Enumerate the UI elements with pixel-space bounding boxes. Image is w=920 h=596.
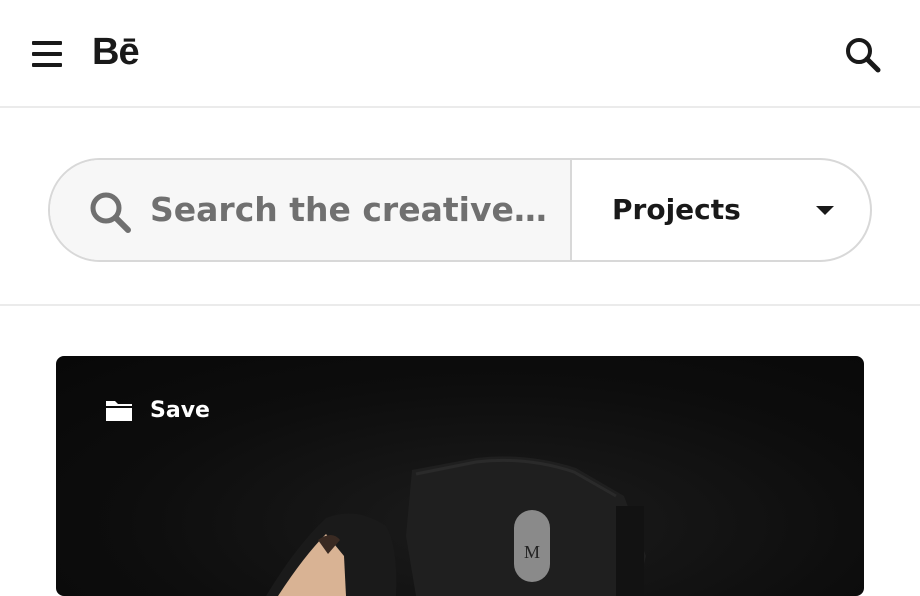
category-selected-label: Projects <box>612 193 741 226</box>
search-section: Search the creative ... Projects <box>0 110 920 306</box>
product-label-letter: M <box>524 542 540 562</box>
hamburger-menu-icon[interactable] <box>32 41 62 67</box>
folder-icon <box>106 401 132 421</box>
caret-down-icon <box>816 206 834 215</box>
behance-logo[interactable]: Bē <box>92 30 140 74</box>
search-icon[interactable] <box>844 36 882 74</box>
search-input[interactable]: Search the creative ... <box>150 182 550 238</box>
save-label: Save <box>150 397 210 423</box>
search-field-icon <box>88 190 132 234</box>
search-bar: Search the creative ... Projects <box>48 158 872 262</box>
top-navigation-bar: Bē <box>0 0 920 108</box>
search-field-container[interactable]: Search the creative ... <box>50 160 572 260</box>
category-select[interactable]: Projects <box>572 160 870 260</box>
project-card[interactable]: M Save <box>56 356 864 596</box>
save-button[interactable]: Save <box>104 392 210 428</box>
